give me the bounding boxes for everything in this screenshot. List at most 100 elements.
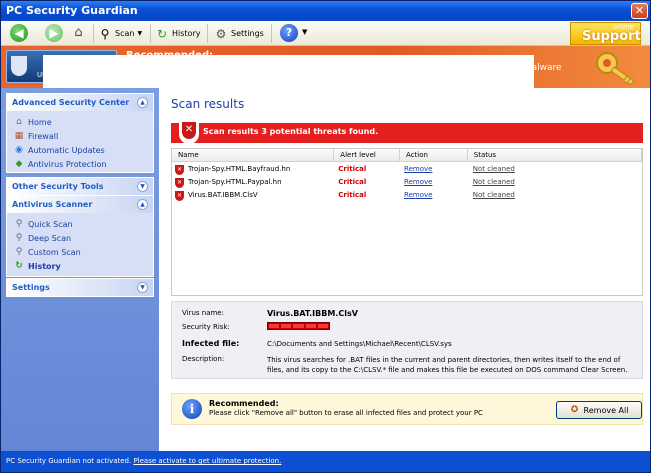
firewall-icon: ▦ [14,131,24,141]
activation-banner: Activate Ultimate protection Recommended… [1,46,650,418]
settings-label: Settings [231,29,264,38]
settings-button[interactable]: ⚙ Settings [214,24,264,43]
toolbar-separator [150,24,151,43]
table-row[interactable]: ✕ Trojan-Spy.HTML.Bayfraud.hn Critical Re… [172,163,642,176]
remove-all-label: Remove All [583,405,629,415]
sidebar-item-antivirus-protection[interactable]: ◆ Antivirus Protection [14,157,153,171]
remove-link[interactable]: Remove [400,176,468,189]
remove-link[interactable]: Remove [400,163,468,176]
panel-title: Settings [12,283,50,292]
threat-details: Virus name: Virus.BAT.IBBM.ClsV Security… [171,301,643,379]
home-icon[interactable]: ⌂ [70,25,87,41]
help-icon[interactable]: ? [280,24,298,42]
alert-level: Critical [338,178,367,186]
recommendation-box: i Recommended: Please click "Remove all"… [171,393,643,425]
chevron-down-icon: ▼ [137,30,143,37]
alert-text: Scan results 3 potential threats found. [203,127,379,136]
settings-panel: Settings ▼ [6,278,154,297]
recommendation-title: Recommended: [209,399,279,408]
table-row[interactable]: ✕ Trojan-Spy.HTML.Paypal.hn Critical Remo… [172,176,642,189]
page-title: Scan results [171,97,245,111]
key-icon [596,52,635,86]
remove-icon: ✪ [570,405,579,415]
close-button[interactable]: ✕ [631,3,648,19]
activate-button[interactable]: Activate Ultimate protection [6,50,534,418]
support-button[interactable]: online Support [570,22,641,45]
sidebar-item-firewall[interactable]: ▦ Firewall [14,129,153,143]
history-icon: ↻ [156,26,168,41]
sidebar-item-deep-scan[interactable]: ⚲ Deep Scan [14,231,153,245]
info-icon: i [182,399,202,419]
help-dropdown-icon[interactable]: ▼ [302,28,307,36]
recommendation-text: Please click "Remove all" button to eras… [209,409,483,417]
sidebar-item-automatic-updates[interactable]: ◉ Automatic Updates [14,143,153,157]
banner-title: Recommended: [126,50,214,61]
virus-name-value: Virus.BAT.IBBM.ClsV [267,309,358,318]
threat-shield-icon: ✕ [175,190,184,201]
forward-arrow-icon[interactable]: ▶ [45,24,63,42]
table-row[interactable]: ✕ Virus.BAT.IBBM.ClsV Critical Remove Not… [172,189,642,202]
alert-shield-icon: ✕ [179,119,199,144]
other-security-tools-panel: Other Security Tools ▼ [6,177,154,196]
chevron-up-icon[interactable]: ▲ [137,97,148,108]
security-risk-meter [267,322,330,330]
panel-header[interactable]: Antivirus Scanner ▲ [7,196,153,213]
column-header-action[interactable]: Action [400,149,468,161]
sidebar: Advanced Security Center ▲ ⌂ Home ▦ Fire… [1,88,159,451]
panel-title: Antivirus Scanner [12,200,93,209]
infected-file-label: Infected file: [182,339,240,348]
sidebar-item-label: History [28,261,61,271]
sidebar-item-custom-scan[interactable]: ⚲ Custom Scan [14,245,153,259]
panel-header[interactable]: Other Security Tools ▼ [7,178,153,195]
status-bar: PC Security Guardian not activated. Plea… [1,451,650,472]
remove-all-button[interactable]: ✪ Remove All [556,401,642,419]
sidebar-item-label: Custom Scan [28,247,81,257]
sidebar-item-label: Quick Scan [28,219,73,229]
chevron-down-icon[interactable]: ▼ [137,282,148,293]
scan-magnifier-icon: ⚲ [100,26,110,41]
sidebar-item-label: Firewall [28,131,59,141]
status-text: Not cleaned [472,178,515,186]
history-label: History [172,29,201,38]
remove-link[interactable]: Remove [400,189,468,202]
shield-icon [11,56,27,76]
toolbar: ◀ ▶ ⌂ ⚲ Scan ▼ ↻ History ⚙ Settings ? ▼ [1,21,650,46]
description-label: Description: [182,355,225,363]
security-risk-label: Security Risk: [182,323,230,331]
quick-scan-icon: ⚲ [15,219,23,229]
chevron-up-icon[interactable]: ▲ [137,199,148,210]
scan-label: Scan [115,29,135,38]
column-header-alert-level[interactable]: Alert level [334,149,401,161]
status-text: Not cleaned [472,165,515,173]
scan-button[interactable]: ⚲ Scan ▼ [98,24,142,43]
support-label: Support [582,29,641,44]
title-bar[interactable]: PC Security Guardian ✕ [1,1,650,21]
toolbar-separator [271,24,272,43]
sidebar-item-home[interactable]: ⌂ Home [14,115,153,129]
toolbar-separator [93,24,94,43]
sidebar-item-history[interactable]: ↻ History [14,259,153,273]
threat-shield-icon: ✕ [175,164,184,175]
history-icon: ↻ [15,261,23,271]
window-title: PC Security Guardian [6,4,138,17]
threat-name: Trojan-Spy.HTML.Paypal.hn [188,178,282,186]
gear-icon: ⚙ [215,26,227,41]
sidebar-item-quick-scan[interactable]: ⚲ Quick Scan [14,217,153,231]
column-header-name[interactable]: Name [172,149,335,161]
advanced-security-panel: Advanced Security Center ▲ ⌂ Home ▦ Fire… [6,93,154,173]
activate-link[interactable]: Please activate to get ultimate protecti… [133,457,281,465]
chevron-down-icon[interactable]: ▼ [137,181,148,192]
status-text: PC Security Guardian not activated. [6,457,132,465]
back-arrow-icon[interactable]: ◀ [10,24,28,42]
alert-level: Critical [338,165,367,173]
sidebar-item-label: Deep Scan [28,233,72,243]
threat-alert-bar: ✕ Scan results 3 potential threats found… [171,119,643,144]
deep-scan-icon: ⚲ [15,233,23,243]
panel-header[interactable]: Advanced Security Center ▲ [7,94,153,111]
panel-header[interactable]: Settings ▼ [7,279,153,296]
threat-shield-icon: ✕ [175,177,184,188]
toolbar-separator [207,24,208,43]
column-header-status[interactable]: Status [468,149,642,161]
table-header: Name Alert level Action Status [172,149,642,162]
history-button[interactable]: ↻ History [155,24,201,43]
